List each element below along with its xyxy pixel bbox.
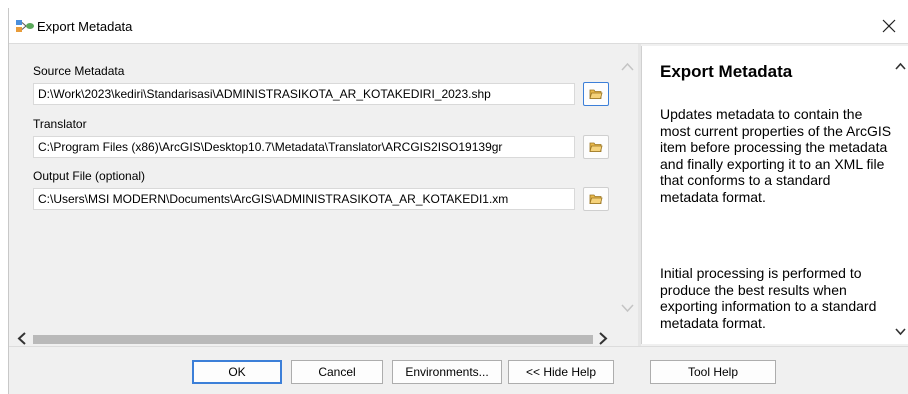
parameters-vertical-scrollbar[interactable] [616,54,638,348]
close-button[interactable] [869,8,908,44]
open-folder-icon [589,142,603,152]
help-paragraph: Initial processing is performed to produ… [660,265,877,331]
source-metadata-input[interactable]: D:\Work\2023\kediri\Standarisasi\ADMINIS… [33,83,575,105]
cancel-button[interactable]: Cancel [291,360,383,384]
scroll-right-icon [599,332,608,345]
help-paragraph: Updates metadata to contain the most cur… [660,106,892,205]
close-icon [882,19,896,33]
source-metadata-label: Source Metadata [33,64,125,78]
scroll-up-icon [621,62,634,71]
open-folder-icon [589,89,603,99]
export-metadata-dialog: Export Metadata Source Metadata D:\Work\… [8,8,908,394]
help-title: Export Metadata [660,62,793,81]
source-metadata-browse-button[interactable] [583,82,609,106]
help-pane: Export Metadata Updates metadata to cont… [641,46,908,344]
tool-help-button[interactable]: Tool Help [650,360,776,384]
scroll-up-icon [895,62,906,70]
parameters-pane: Source Metadata D:\Work\2023\kediri\Stan… [13,54,638,348]
output-file-browse-button[interactable] [583,187,609,211]
scroll-left-icon [17,332,26,345]
translator-label: Translator [33,117,87,131]
open-folder-icon [589,194,603,204]
ok-button[interactable]: OK [192,360,282,384]
scroll-down-icon [895,328,906,336]
environments-button[interactable]: Environments... [392,360,502,384]
output-file-label: Output File (optional) [33,169,146,183]
hide-help-button[interactable]: << Hide Help [508,360,614,384]
scroll-down-icon [621,304,634,313]
title-bar: Export Metadata [9,8,908,44]
dialog-footer: OK Cancel Environments... << Hide Help T… [9,346,908,394]
parameters-horizontal-scrollbar[interactable] [13,328,616,348]
window-title: Export Metadata [37,19,133,34]
model-tool-icon [16,20,34,32]
translator-input[interactable]: C:\Program Files (x86)\ArcGIS\Desktop10.… [33,136,575,158]
help-vertical-scrollbar[interactable] [891,46,908,344]
output-file-input[interactable]: C:\Users\MSI MODERN\Documents\ArcGIS\ADM… [33,188,575,210]
translator-browse-button[interactable] [583,135,609,159]
horizontal-scroll-thumb[interactable] [33,335,593,344]
